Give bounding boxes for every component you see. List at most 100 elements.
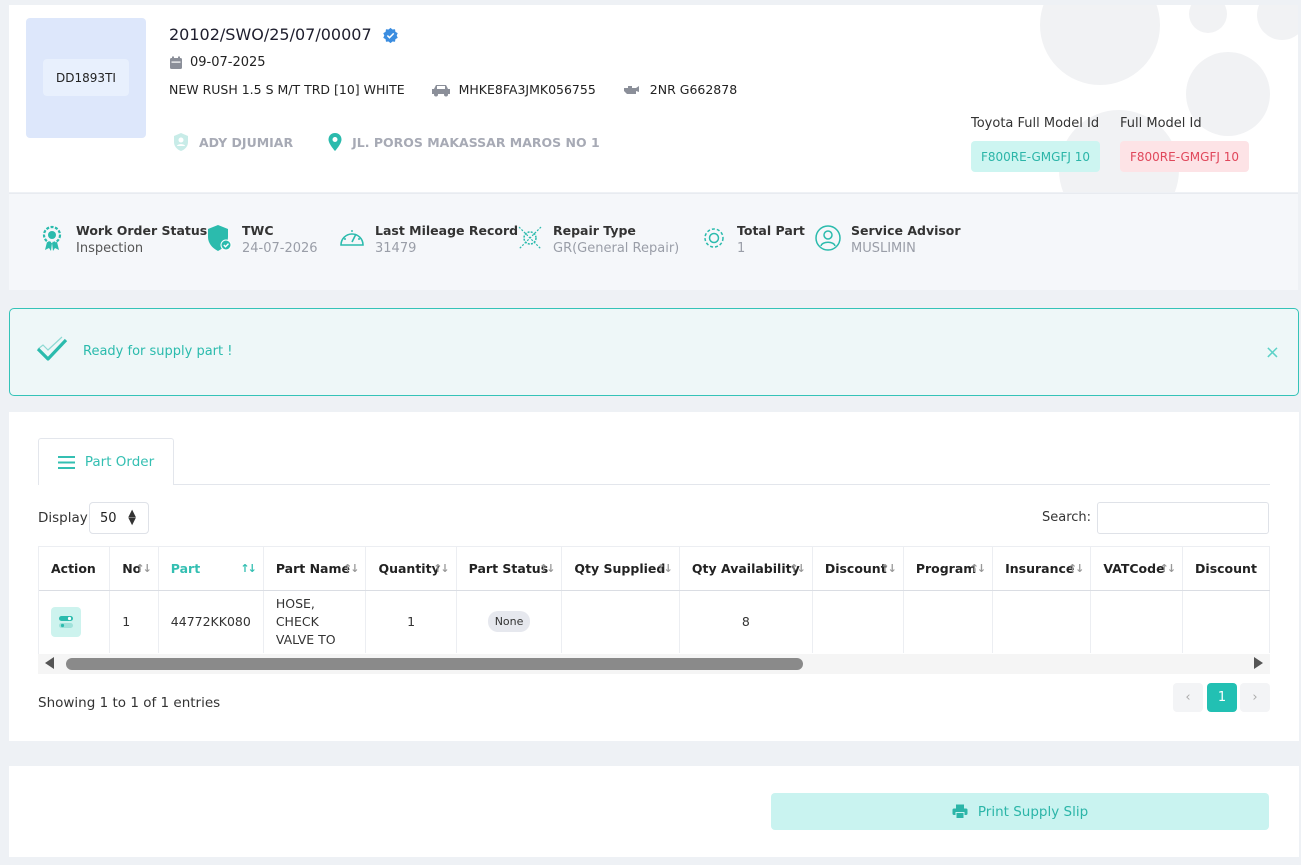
user-circle-icon <box>815 225 841 251</box>
alert-close-button[interactable]: × <box>1265 342 1280 363</box>
gear-wrench-icon <box>518 226 542 250</box>
info-advisor-title: Service Advisor <box>851 223 961 238</box>
vehicle-model: NEW RUSH 1.5 S M/T TRD [10] WHITE <box>169 82 405 97</box>
table-row: 1 44772KK080 HOSE, CHECK VALVE TO 1 None… <box>39 590 1270 653</box>
speedometer-icon <box>340 230 364 246</box>
col-qty-availability[interactable]: Qty Availability ↑↓ <box>679 546 813 591</box>
part-order-card: Part Order Display 50 ▲ ▼ Search: Action … <box>9 412 1299 741</box>
col-insurance[interactable]: Insurance ↑↓ <box>992 546 1092 591</box>
sort-icon: ↑↓ <box>969 562 987 575</box>
tab-part-order-label: Part Order <box>84 454 155 470</box>
cell-program <box>903 590 994 653</box>
cog-icon <box>704 228 724 248</box>
info-repair-value: GR(General Repair) <box>553 241 680 256</box>
info-repair-type: Repair Type GR(General Repair) <box>516 223 679 256</box>
cell-discount-2 <box>1182 590 1270 653</box>
cell-qty-availability: 8 <box>679 590 813 653</box>
pagination-page-1[interactable]: 1 <box>1207 683 1237 712</box>
print-button-label: Print Supply Slip <box>977 803 1089 820</box>
tab-divider <box>174 484 1270 485</box>
scroll-left-icon[interactable] <box>45 657 54 669</box>
col-no[interactable]: No ↑↓ <box>109 546 159 591</box>
scrollbar-thumb[interactable] <box>66 658 803 670</box>
toyota-model-label: Toyota Full Model Id <box>971 116 1100 131</box>
work-order-number: 20102/SWO/25/07/00007 <box>169 25 372 44</box>
info-total-value: 1 <box>737 241 746 256</box>
cell-insurance <box>992 590 1092 653</box>
location-pin-icon <box>328 133 342 151</box>
customer-shield-icon <box>174 133 188 151</box>
col-part-name[interactable]: Part Name ↑↓ <box>263 546 367 591</box>
calendar-icon <box>170 56 182 69</box>
toggle-icon <box>59 615 73 628</box>
table-header-row: Action No ↑↓ Part ↑↓ Part Name ↑↓ Quantity ↑… <box>39 546 1270 591</box>
select-arrows-icon: ▲ ▼ <box>128 508 136 527</box>
work-order-date: 09-07-2025 <box>190 55 266 70</box>
col-action: Action <box>39 546 111 591</box>
shield-check-icon <box>208 225 232 251</box>
cell-no: 1 <box>109 590 159 653</box>
col-part[interactable]: Part ↑↓ <box>158 546 264 591</box>
customer-name: ADY DJUMIAR <box>199 134 294 150</box>
vehicle-row: NEW RUSH 1.5 S M/T TRD [10] WHITE MHKE8F… <box>169 82 763 97</box>
engine-icon <box>623 85 639 94</box>
col-quantity[interactable]: Quantity ↑↓ <box>365 546 457 591</box>
printer-icon <box>952 804 968 819</box>
sort-icon: ↑↓ <box>1067 562 1085 575</box>
pagination-prev[interactable]: ‹ <box>1173 683 1203 712</box>
page-size-select[interactable]: 50 ▲ ▼ <box>89 502 149 534</box>
info-total-title: Total Part <box>737 223 805 238</box>
cell-qty-supplied <box>561 590 680 653</box>
horizontal-scrollbar[interactable] <box>38 654 1270 674</box>
alert-message: Ready for supply part ! <box>83 344 233 359</box>
sort-icon: ↑↓ <box>240 562 257 575</box>
parts-table: Action No ↑↓ Part ↑↓ Part Name ↑↓ Quantity ↑… <box>39 546 1270 653</box>
sort-icon: ↑↓ <box>433 562 450 575</box>
info-twc: TWC 24-07-2026 <box>205 223 318 256</box>
search-label: Search: <box>1042 510 1092 525</box>
cell-quantity: 1 <box>365 590 457 653</box>
col-vatcode[interactable]: VATCode ↑↓ <box>1090 546 1184 591</box>
cell-part: 44772KK080 <box>158 590 264 653</box>
col-part-status[interactable]: Part Status ↑↓ <box>456 546 563 591</box>
entries-info: Showing 1 to 1 of 1 entries <box>38 695 221 711</box>
row-action-button[interactable] <box>51 606 81 637</box>
info-twc-title: TWC <box>242 223 274 238</box>
col-discount[interactable]: Discount ↑↓ <box>812 546 904 591</box>
info-mileage-value: 31479 <box>375 241 417 256</box>
status-badge: None <box>487 611 531 633</box>
col-program[interactable]: Program ↑↓ <box>903 546 994 591</box>
info-twc-value: 24-07-2026 <box>242 241 318 256</box>
scroll-right-icon[interactable] <box>1254 657 1263 669</box>
cell-vatcode <box>1090 590 1184 653</box>
decor-circle <box>1040 5 1160 85</box>
customer-address: JL. POROS MAKASSAR MAROS NO 1 <box>352 134 600 150</box>
success-alert: Ready for supply part ! × <box>9 308 1299 396</box>
cell-discount <box>812 590 904 653</box>
sort-icon: ↑↓ <box>656 562 673 575</box>
award-badge-icon <box>42 225 62 251</box>
car-icon <box>431 84 450 96</box>
info-service-advisor: Service Advisor MUSLIMIN <box>814 223 961 256</box>
sort-icon: ↑↓ <box>1159 562 1177 575</box>
tab-part-order[interactable]: Part Order <box>38 438 174 485</box>
sort-icon: ↑↓ <box>343 562 360 575</box>
info-status-value: Inspection <box>76 241 144 256</box>
sort-icon: ↑↓ <box>880 562 897 575</box>
pagination-next[interactable]: › <box>1240 683 1270 712</box>
cell-part-name: HOSE, CHECK VALVE TO <box>263 590 367 653</box>
info-repair-title: Repair Type <box>553 223 636 238</box>
print-supply-slip-button[interactable]: Print Supply Slip <box>771 793 1269 830</box>
info-total-part: Total Part 1 <box>700 223 805 256</box>
date-row: 09-07-2025 <box>169 55 266 70</box>
toyota-model-badge: F800RE-GMGFJ 10 <box>971 141 1100 172</box>
cell-part-status: None <box>456 590 563 653</box>
info-status-title: Work Order Status <box>76 223 208 238</box>
search-input[interactable] <box>1097 502 1269 534</box>
info-mileage-title: Last Mileage Record <box>375 223 519 238</box>
col-qty-supplied[interactable]: Qty Supplied ↑↓ <box>561 546 680 591</box>
info-advisor-value: MUSLIMIN <box>851 241 916 256</box>
decor-circle <box>1189 5 1227 33</box>
customer-row: ADY DJUMIAR JL. POROS MAKASSAR MAROS NO … <box>172 132 634 152</box>
col-discount-2[interactable]: Discount <box>1182 546 1270 591</box>
